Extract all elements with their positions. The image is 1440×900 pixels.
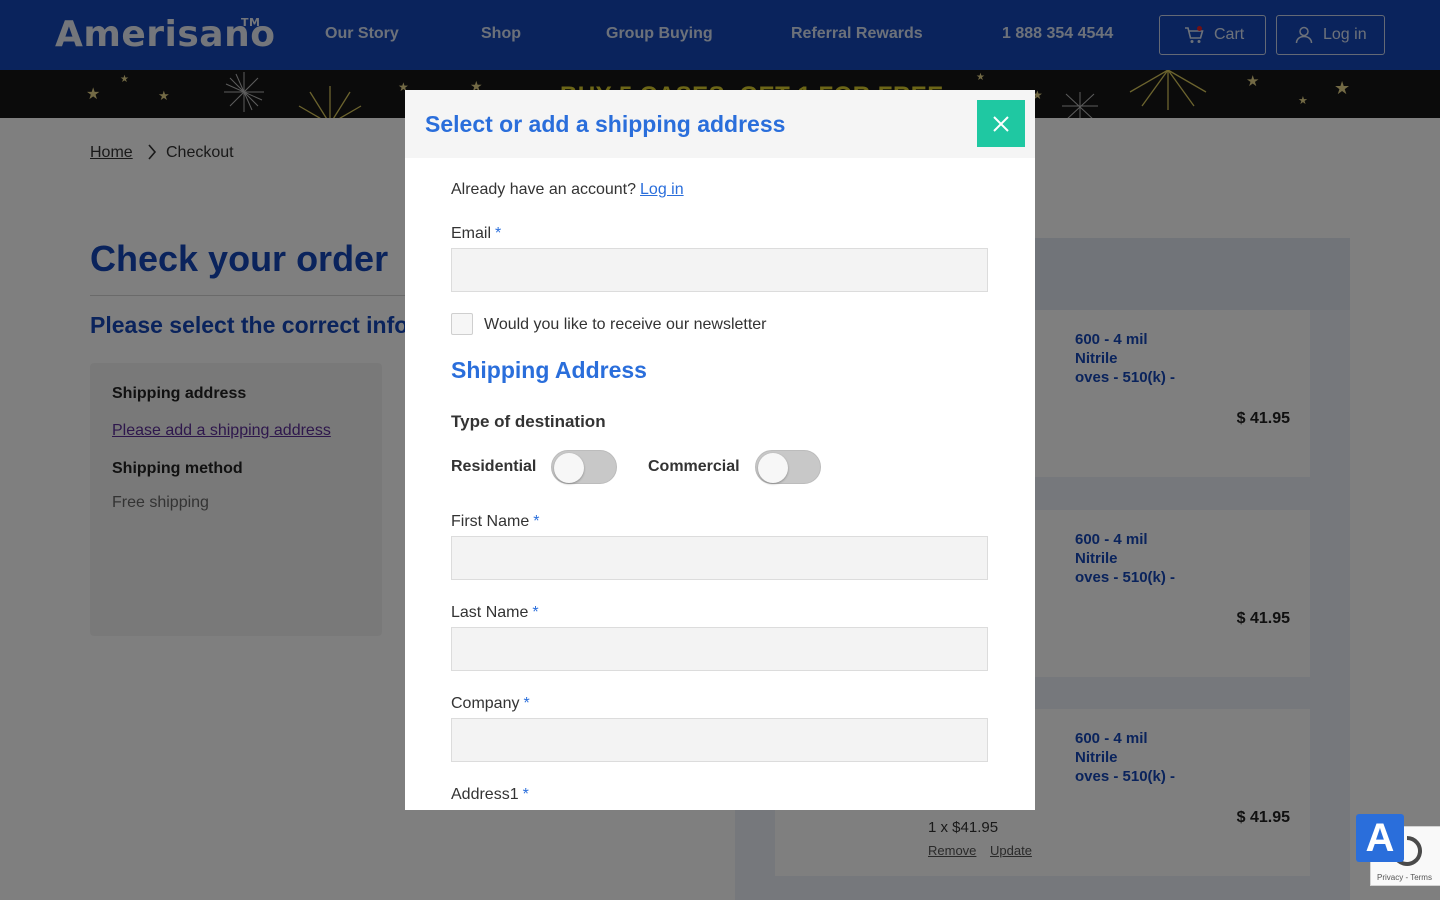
modal-title: Select or add a shipping address <box>425 111 786 137</box>
modal-login-link[interactable]: Log in <box>640 181 684 198</box>
company-field[interactable] <box>451 718 988 762</box>
last-name-field[interactable] <box>451 627 988 671</box>
required-mark: * <box>532 604 539 621</box>
shipping-address-section-title: Shipping Address <box>451 357 647 383</box>
company-label: Company * <box>451 695 530 713</box>
first-name-label-text: First Name <box>451 513 530 530</box>
first-name-field[interactable] <box>451 536 988 580</box>
email-field[interactable] <box>451 248 988 292</box>
last-name-label: Last Name * <box>451 604 539 622</box>
account-prompt: Already have an account? Log in <box>451 181 684 199</box>
accessibility-letter: A <box>1365 815 1395 860</box>
accessibility-badge[interactable]: A <box>1356 814 1404 862</box>
residential-toggle[interactable] <box>551 450 617 484</box>
required-mark: * <box>533 513 540 530</box>
required-mark: * <box>523 695 530 712</box>
required-mark: * <box>495 225 502 242</box>
modal-header: Select or add a shipping address <box>405 90 1035 158</box>
close-icon <box>993 115 1009 132</box>
address1-label-text: Address1 <box>451 786 519 803</box>
commercial-toggle[interactable] <box>755 450 821 484</box>
company-label-text: Company <box>451 695 520 712</box>
toggle-knob <box>758 453 788 483</box>
email-label-text: Email <box>451 225 492 242</box>
first-name-label: First Name * <box>451 513 539 531</box>
newsletter-checkbox[interactable] <box>451 313 473 335</box>
residential-label: Residential <box>451 458 537 475</box>
required-mark: * <box>522 786 529 803</box>
last-name-label-text: Last Name <box>451 604 529 621</box>
email-label: Email * <box>451 225 501 243</box>
account-prompt-text: Already have an account? <box>451 181 637 198</box>
commercial-label: Commercial <box>648 458 740 475</box>
shipping-address-modal: Select or add a shipping address Already… <box>405 90 1035 810</box>
close-button[interactable] <box>977 100 1025 147</box>
toggle-knob <box>554 453 584 483</box>
address1-label: Address1 * <box>451 786 529 804</box>
recaptcha-terms[interactable]: Privacy - Terms <box>1377 873 1432 882</box>
newsletter-label: Would you like to receive our newsletter <box>484 316 767 333</box>
destination-type-label: Type of destination <box>451 412 606 431</box>
